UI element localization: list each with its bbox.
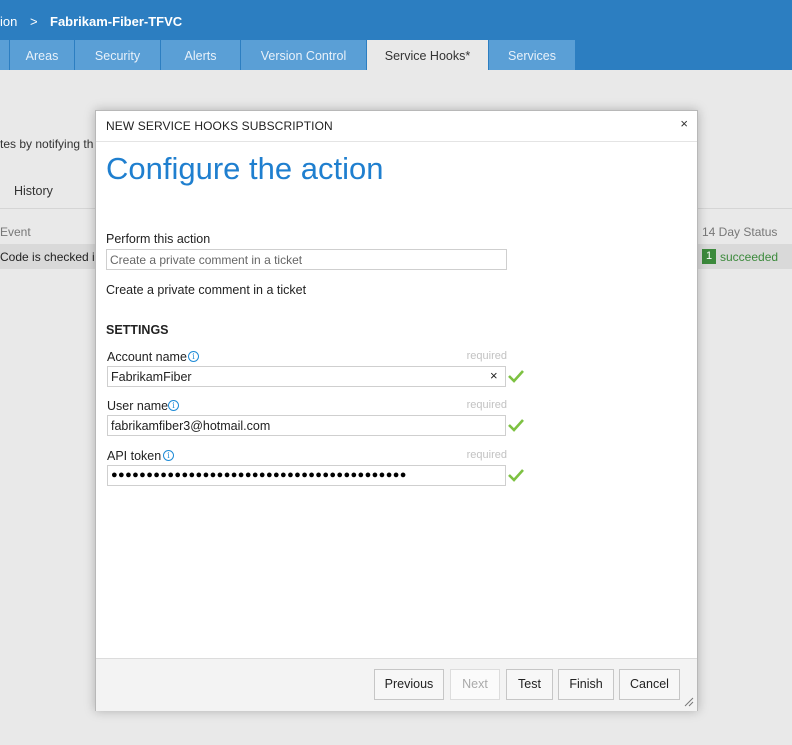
api-token-input[interactable]: ●●●●●●●●●●●●●●●●●●●●●●●●●●●●●●●●●●●●●●●●… (107, 465, 506, 486)
info-icon[interactable]: i (188, 351, 199, 362)
page-description: tes by notifying th (0, 137, 94, 151)
status-text: succeeded (720, 250, 779, 264)
tab-services[interactable]: Services (489, 40, 576, 70)
tab-security[interactable]: Security (75, 40, 161, 70)
new-subscription-dialog: NEW SERVICE HOOKS SUBSCRIPTION × Configu… (95, 110, 698, 711)
check-icon (508, 469, 524, 482)
tab-overview[interactable] (0, 40, 10, 70)
perform-action-label: Perform this action (106, 232, 211, 246)
required-hint: required (466, 449, 507, 461)
info-icon[interactable]: i (163, 450, 174, 461)
status-count-badge: 1 (702, 249, 716, 264)
breadcrumb-separator: > (30, 14, 38, 29)
action-description: Create a private comment in a ticket (106, 283, 307, 297)
account-name-input[interactable]: FabrikamFiber (107, 366, 506, 387)
check-icon (508, 419, 524, 432)
user-name-input[interactable]: fabrikamfiber3@hotmail.com (107, 415, 506, 436)
user-name-label: User name (107, 399, 169, 413)
previous-button[interactable]: Previous (374, 669, 444, 700)
required-hint: required (466, 399, 507, 411)
tab-service-hooks[interactable]: Service Hooks* (367, 40, 489, 70)
divider (96, 141, 697, 142)
tab-version-control[interactable]: Version Control (241, 40, 367, 70)
next-button[interactable]: Next (450, 669, 500, 700)
breadcrumb-collection[interactable]: ion (0, 14, 17, 29)
top-header: ion > Fabrikam-Fiber-TFVC (0, 0, 792, 40)
tab-alerts[interactable]: Alerts (161, 40, 241, 70)
resize-grip-icon[interactable] (684, 697, 694, 707)
settings-heading: SETTINGS (106, 323, 169, 337)
tab-areas[interactable]: Areas (10, 40, 75, 70)
action-select[interactable]: Create a private comment in a ticket (106, 249, 507, 270)
dialog-title: NEW SERVICE HOOKS SUBSCRIPTION (106, 119, 333, 133)
info-icon[interactable]: i (168, 400, 179, 411)
account-name-label: Account name (107, 350, 187, 364)
page-title: Configure the action (106, 151, 384, 186)
close-icon[interactable]: × (680, 116, 688, 131)
required-hint: required (466, 350, 507, 362)
column-header-status[interactable]: 14 Day Status (702, 225, 777, 239)
column-header-event[interactable]: Event (0, 225, 31, 239)
history-tab[interactable]: History (14, 184, 53, 198)
cancel-button[interactable]: Cancel (619, 669, 680, 700)
check-icon (508, 370, 524, 383)
row-event-text: Code is checked in (0, 250, 102, 264)
test-button[interactable]: Test (506, 669, 553, 700)
admin-tabs: Areas Security Alerts Version Control Se… (0, 40, 792, 70)
finish-button[interactable]: Finish (558, 669, 614, 700)
clear-icon[interactable]: × (490, 368, 498, 383)
api-token-label: API token (107, 449, 162, 463)
breadcrumb-project[interactable]: Fabrikam-Fiber-TFVC (50, 14, 182, 29)
